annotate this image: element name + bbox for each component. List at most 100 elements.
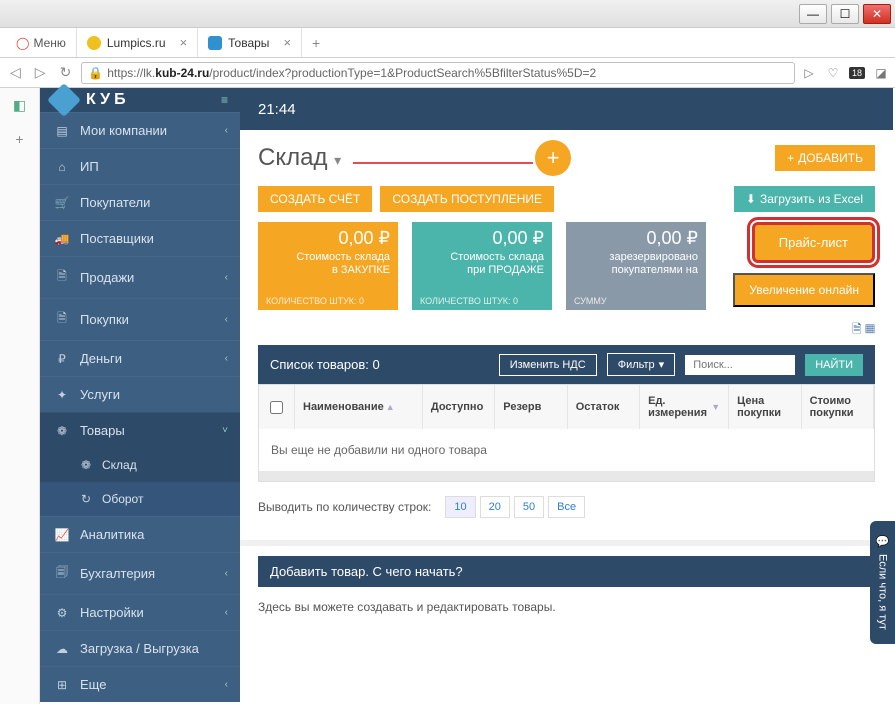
card-label: Стоимость складав ЗАКУПКЕ bbox=[266, 251, 390, 277]
nav-back-button[interactable]: ◁ bbox=[6, 64, 25, 81]
window-maximize-button[interactable]: ☐ bbox=[831, 4, 859, 24]
sidebar-item-0[interactable]: ▤Мои компании‹ bbox=[40, 112, 240, 148]
horizontal-scrollbar[interactable] bbox=[259, 471, 874, 481]
pager-label: Выводить по количеству строк: bbox=[258, 500, 431, 514]
col-available[interactable]: Доступно bbox=[423, 385, 495, 429]
menu-label: Услуги bbox=[80, 387, 120, 402]
close-icon[interactable]: × bbox=[180, 35, 188, 50]
sidebar-item-4[interactable]: 🗎Продажи‹ bbox=[40, 256, 240, 298]
change-vat-button[interactable]: Изменить НДС bbox=[499, 354, 597, 376]
create-receipt-button[interactable]: СОЗДАТЬ ПОСТУПЛЕНИЕ bbox=[380, 186, 554, 212]
plus-icon: + bbox=[787, 151, 794, 165]
menu-icon: ❁ bbox=[78, 458, 94, 472]
sidebar-item-7[interactable]: ✦ Услуги bbox=[40, 376, 240, 412]
download-icon: ⬇ bbox=[746, 192, 756, 206]
app-sidebar: КУБ ≡ ▤Мои компании‹⌂ИП🛒Покупатели🚚Поста… bbox=[40, 88, 240, 702]
col-name[interactable]: Наименование▲ bbox=[295, 385, 423, 429]
chevron-icon: ˅ bbox=[222, 425, 228, 436]
sidebar-item-11[interactable]: ⚙Настройки‹ bbox=[40, 594, 240, 630]
sidebar-item-3[interactable]: 🚚Поставщики bbox=[40, 220, 240, 256]
menu-icon: 🗎 bbox=[54, 309, 70, 330]
feedback-tab[interactable]: 💬 Если что, я тут bbox=[870, 521, 895, 644]
sidebar-item-13[interactable]: ⊞Еще‹ bbox=[40, 666, 240, 702]
hamburger-icon[interactable]: ≡ bbox=[221, 93, 232, 107]
nav-forward-button[interactable]: ▷ bbox=[31, 64, 50, 81]
export-icon[interactable]: 🗎 bbox=[852, 322, 862, 336]
sidebar-toggle-icon[interactable]: ◧ bbox=[11, 96, 29, 114]
close-icon[interactable]: × bbox=[283, 35, 291, 50]
chevron-down-icon: ▾ bbox=[659, 358, 665, 371]
sidebar-subitem-1[interactable]: ↻Оборот bbox=[40, 482, 240, 516]
page-size-option[interactable]: 50 bbox=[514, 496, 544, 518]
tab-title: Товары bbox=[228, 36, 269, 50]
empty-state-message: Вы еще не добавили ни одного товара bbox=[259, 429, 874, 471]
menu-label: Аналитика bbox=[80, 527, 144, 542]
sidebar-item-9[interactable]: 📈Аналитика bbox=[40, 516, 240, 552]
load-excel-button[interactable]: ⬇Загрузить из Excel bbox=[734, 186, 875, 212]
card-label: зарезервированопокупателями на bbox=[574, 251, 698, 277]
grid-view-icon[interactable]: ▦ bbox=[865, 322, 875, 336]
window-close-button[interactable]: ✕ bbox=[863, 4, 891, 24]
fab-add-button[interactable]: + bbox=[535, 140, 571, 176]
create-invoice-button[interactable]: СОЗДАТЬ СЧЁТ bbox=[258, 186, 372, 212]
help-section-title: Добавить товар. С чего начать? bbox=[258, 556, 875, 587]
page-size-option[interactable]: 10 bbox=[445, 496, 475, 518]
window-titlebar: — ☐ ✕ bbox=[0, 0, 895, 28]
menu-label: Поставщики bbox=[80, 231, 154, 246]
chat-icon: 💬 bbox=[876, 535, 889, 548]
col-unit[interactable]: Ед. измерения▼ bbox=[640, 385, 729, 429]
menu-label: Настройки bbox=[80, 605, 144, 620]
menu-label: Загрузка / Выгрузка bbox=[80, 641, 199, 656]
sidebar-item-6[interactable]: ₽Деньги‹ bbox=[40, 340, 240, 376]
page-size-selector: Выводить по количеству строк: 10 20 50 В… bbox=[240, 482, 893, 532]
vpn-icon[interactable]: ▷ bbox=[801, 66, 817, 80]
col-cost-buy[interactable]: Стоимо покупки bbox=[802, 385, 874, 429]
menu-label: Покупки bbox=[80, 312, 129, 327]
card-amount: 0,00 ₽ bbox=[266, 228, 390, 249]
menu-icon: ☁ bbox=[54, 642, 70, 656]
add-panel-icon[interactable]: + bbox=[11, 130, 29, 148]
enlarge-online-button[interactable]: Увеличение онлайн bbox=[733, 273, 875, 307]
menu-icon: ⚙ bbox=[54, 606, 70, 620]
tab-tovary[interactable]: Товары × bbox=[198, 28, 302, 57]
page-size-option[interactable]: Все bbox=[548, 496, 585, 518]
extension-icon[interactable]: ◪ bbox=[873, 66, 889, 80]
col-price-buy[interactable]: Цена покупки bbox=[729, 385, 801, 429]
bookmark-icon[interactable]: ♡ bbox=[825, 66, 841, 80]
window-minimize-button[interactable]: — bbox=[799, 4, 827, 24]
sidebar-item-8[interactable]: ❁Товары˅ bbox=[40, 412, 240, 448]
sidebar-item-10[interactable]: 🗐Бухгалтерия‹ bbox=[40, 552, 240, 594]
sort-icon: ▼ bbox=[711, 402, 720, 412]
sidebar-item-1[interactable]: ⌂ИП bbox=[40, 148, 240, 184]
add-button[interactable]: +ДОБАВИТЬ bbox=[775, 145, 875, 171]
find-button[interactable]: НАЙТИ bbox=[805, 354, 863, 376]
menu-icon: ⊞ bbox=[54, 678, 70, 692]
menu-icon: ↻ bbox=[78, 492, 94, 506]
select-all-checkbox[interactable] bbox=[259, 385, 295, 429]
menu-icon: ✦ bbox=[54, 388, 70, 402]
address-bar: ◁ ▷ ↻ 🔒 https://lk.kub-24.ru/product/ind… bbox=[0, 58, 895, 88]
tab-lumpics[interactable]: Lumpics.ru × bbox=[77, 28, 198, 57]
nav-reload-button[interactable]: ↻ bbox=[56, 64, 76, 81]
url-input[interactable]: 🔒 https://lk.kub-24.ru/product/index?pro… bbox=[81, 62, 795, 84]
addressbar-actions: ▷ ♡ 18 ◪ bbox=[801, 66, 889, 80]
products-table: Наименование▲ Доступно Резерв Остаток Ед… bbox=[258, 384, 875, 482]
sidebar-subitem-0[interactable]: ❁Склад bbox=[40, 448, 240, 482]
col-balance[interactable]: Остаток bbox=[568, 385, 640, 429]
menu-label: Мои компании bbox=[80, 123, 167, 138]
chevron-icon: ‹ bbox=[225, 353, 228, 364]
col-reserve[interactable]: Резерв bbox=[495, 385, 567, 429]
stat-card-reserved: 0,00 ₽ зарезервированопокупателями на СУ… bbox=[566, 222, 706, 310]
sidebar-item-2[interactable]: 🛒Покупатели bbox=[40, 184, 240, 220]
app-logo[interactable]: КУБ ≡ bbox=[40, 88, 240, 112]
filter-button[interactable]: Фильтр ▾ bbox=[607, 353, 675, 376]
new-tab-button[interactable]: + bbox=[302, 35, 330, 51]
page-size-option[interactable]: 20 bbox=[480, 496, 510, 518]
browser-side-rail: ◧ + bbox=[0, 88, 40, 704]
sidebar-item-5[interactable]: 🗎Покупки‹ bbox=[40, 298, 240, 340]
price-list-button[interactable]: Прайс-лист bbox=[752, 222, 875, 263]
sidebar-item-12[interactable]: ☁ Загрузка / Выгрузка bbox=[40, 630, 240, 666]
browser-menu-button[interactable]: ◯ Меню bbox=[6, 28, 77, 57]
favicon-icon bbox=[208, 36, 222, 50]
search-input[interactable] bbox=[685, 355, 795, 375]
